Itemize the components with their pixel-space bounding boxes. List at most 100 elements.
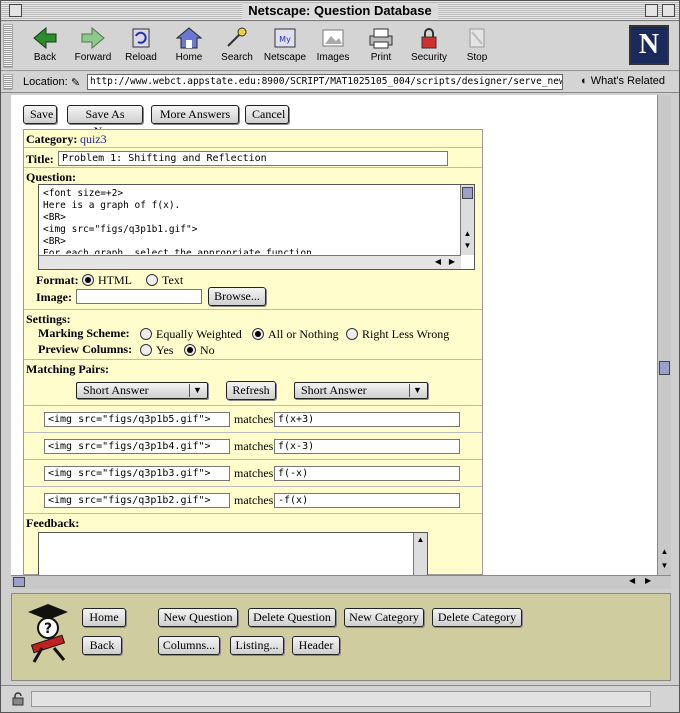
marking-all-or-nothing-radio[interactable]: All or Nothing bbox=[252, 327, 339, 342]
matches-label: matches bbox=[234, 439, 274, 453]
printer-icon bbox=[369, 28, 393, 49]
scroll-down-arrow-icon[interactable]: ▼ bbox=[658, 561, 671, 570]
url-field[interactable]: http://www.webct.appstate.edu:8900/SCRIP… bbox=[87, 74, 563, 90]
home-button[interactable]: Home bbox=[82, 608, 126, 627]
format-text-radio[interactable]: Text bbox=[146, 273, 183, 288]
category-row: Category: quiz3 bbox=[24, 130, 482, 148]
svg-text:My: My bbox=[279, 35, 291, 44]
print-toolbar-button[interactable]: Print bbox=[357, 26, 405, 63]
home-icon bbox=[175, 27, 203, 49]
scroll-right-arrow-icon[interactable]: ▶ bbox=[449, 257, 455, 266]
marking-option-label: Right Less Wrong bbox=[362, 327, 450, 341]
question-form: Category: quiz3 Title: Problem 1: Shifti… bbox=[23, 129, 483, 575]
matches-label: matches bbox=[234, 466, 274, 480]
left-type-select[interactable]: Short Answer ▼ bbox=[76, 382, 208, 399]
new-category-button[interactable]: New Category bbox=[344, 608, 424, 627]
page-hscroll[interactable]: ◀ ▶ bbox=[11, 575, 671, 589]
home-toolbar-button[interactable]: Home bbox=[165, 26, 213, 63]
chevron-down-icon: ▼ bbox=[189, 384, 205, 397]
stop-toolbar-button[interactable]: Stop bbox=[453, 26, 501, 63]
title-input[interactable]: Problem 1: Shifting and Reflection bbox=[58, 151, 448, 166]
netscape-toolbar-button[interactable]: My Netscape bbox=[261, 26, 309, 63]
pair-right-input[interactable]: f(x-3) bbox=[274, 439, 460, 454]
marking-option-label: Equally Weighted bbox=[156, 327, 242, 341]
scroll-up-arrow-icon[interactable]: ▲ bbox=[414, 535, 427, 544]
toolbar-grip[interactable] bbox=[3, 24, 13, 68]
refresh-button[interactable]: Refresh bbox=[226, 381, 276, 400]
scroll-right-arrow-icon[interactable]: ▶ bbox=[645, 576, 651, 585]
question-textarea[interactable]: <font size=+2> Here is a graph of f(x). … bbox=[38, 184, 475, 270]
scroll-up-arrow-icon[interactable]: ▲ bbox=[658, 547, 671, 556]
preview-yes-radio[interactable]: Yes bbox=[140, 343, 173, 358]
question-vscroll[interactable]: ▲ ▼ bbox=[460, 185, 474, 255]
matching-pairs-label: Matching Pairs: bbox=[26, 362, 109, 376]
netscape-label: Netscape bbox=[263, 52, 307, 63]
search-toolbar-button[interactable]: Search bbox=[213, 26, 261, 63]
marking-right-less-wrong-radio[interactable]: Right Less Wrong bbox=[346, 327, 449, 342]
page-vscroll[interactable]: ▲ ▼ bbox=[657, 95, 671, 575]
security-toolbar-button[interactable]: Security bbox=[405, 26, 453, 63]
whats-related-button[interactable]: ◐ What's Related bbox=[581, 75, 665, 87]
pair-left-input[interactable]: <img src="figs/q3p1b2.gif"> bbox=[44, 493, 230, 508]
save-button[interactable]: Save bbox=[23, 105, 57, 124]
scroll-down-arrow-icon[interactable]: ▼ bbox=[461, 241, 474, 250]
images-toolbar-button[interactable]: Images bbox=[309, 26, 357, 63]
netscape-logo[interactable]: N bbox=[629, 25, 669, 65]
collapse-box-icon[interactable] bbox=[662, 4, 675, 17]
columns-button[interactable]: Columns... bbox=[158, 636, 220, 655]
scroll-left-arrow-icon[interactable]: ◀ bbox=[629, 576, 635, 585]
scroll-up-arrow-icon[interactable]: ▲ bbox=[461, 229, 474, 238]
back-button[interactable]: Back bbox=[82, 636, 122, 655]
cancel-button[interactable]: Cancel bbox=[245, 105, 289, 124]
page-proxy-icon[interactable]: ✎ bbox=[71, 76, 80, 89]
pair-right-input[interactable]: f(x+3) bbox=[274, 412, 460, 427]
unlocked-security-icon[interactable] bbox=[11, 692, 25, 706]
reload-toolbar-button[interactable]: Reload bbox=[117, 26, 165, 63]
back-arrow-icon bbox=[33, 26, 57, 50]
title-bar[interactable]: Netscape: Question Database bbox=[1, 1, 679, 21]
pair-left-input[interactable]: <img src="figs/q3p1b4.gif"> bbox=[44, 439, 230, 454]
radio-unselected-icon bbox=[140, 328, 152, 340]
new-question-button[interactable]: New Question bbox=[158, 608, 238, 627]
feedback-textarea[interactable]: ▲ bbox=[38, 532, 428, 575]
delete-question-button[interactable]: Delete Question bbox=[248, 608, 336, 627]
preview-no-radio[interactable]: No bbox=[184, 343, 215, 358]
security-label: Security bbox=[410, 52, 448, 63]
zoom-box-icon[interactable] bbox=[645, 4, 658, 17]
question-hscroll[interactable]: ◀ ▶ bbox=[39, 255, 461, 269]
scroll-left-arrow-icon[interactable]: ◀ bbox=[435, 257, 441, 266]
listing-button[interactable]: Listing... bbox=[230, 636, 284, 655]
forward-toolbar-button[interactable]: Forward bbox=[69, 26, 117, 63]
navigation-toolbar: Back Forward Reload Home Search My Netsc… bbox=[1, 22, 679, 71]
browse-button[interactable]: Browse... bbox=[208, 287, 266, 306]
more-answers-button[interactable]: More Answers bbox=[151, 105, 239, 124]
delete-category-button[interactable]: Delete Category bbox=[432, 608, 522, 627]
pair-left-input[interactable]: <img src="figs/q3p1b5.gif"> bbox=[44, 412, 230, 427]
title-row: Title: Problem 1: Shifting and Reflectio… bbox=[24, 148, 482, 168]
feedback-label: Feedback: bbox=[26, 516, 80, 530]
status-bar bbox=[1, 685, 679, 712]
close-box-icon[interactable] bbox=[9, 4, 22, 17]
navigation-frame: ? Home Back New Question Delete Question… bbox=[11, 593, 671, 681]
page-hscroll-thumb[interactable] bbox=[13, 577, 25, 587]
pair-right-input[interactable]: f(-x) bbox=[274, 466, 460, 481]
question-scroll-thumb[interactable] bbox=[462, 187, 473, 199]
format-label: Format: bbox=[36, 273, 79, 287]
back-toolbar-button[interactable]: Back bbox=[21, 26, 69, 63]
pair-right-input[interactable]: -f(x) bbox=[274, 493, 460, 508]
image-input[interactable] bbox=[76, 289, 202, 304]
radio-selected-icon bbox=[252, 328, 264, 340]
header-button[interactable]: Header bbox=[292, 636, 340, 655]
preview-no-label: No bbox=[200, 343, 215, 357]
save-as-new-button[interactable]: Save As New bbox=[67, 105, 143, 138]
page-scroll-thumb[interactable] bbox=[659, 361, 670, 375]
right-type-select[interactable]: Short Answer ▼ bbox=[294, 382, 428, 399]
preview-yes-label: Yes bbox=[156, 343, 174, 357]
feedback-vscroll[interactable]: ▲ bbox=[413, 533, 427, 575]
location-grip[interactable] bbox=[3, 74, 13, 90]
pair-left-input[interactable]: <img src="figs/q3p1b3.gif"> bbox=[44, 466, 230, 481]
marking-equally-weighted-radio[interactable]: Equally Weighted bbox=[140, 327, 242, 342]
matches-label: matches bbox=[234, 493, 274, 507]
right-type-value: Short Answer bbox=[301, 383, 367, 397]
format-html-radio[interactable]: HTML bbox=[82, 273, 132, 288]
